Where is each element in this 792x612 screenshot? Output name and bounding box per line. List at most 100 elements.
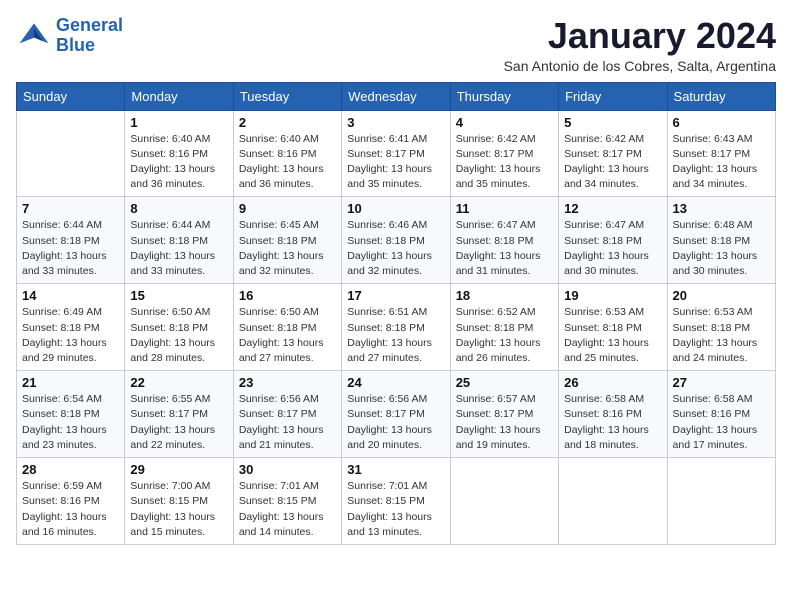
calendar-cell: 2 Sunrise: 6:40 AM Sunset: 8:16 PM Daylig…: [233, 110, 341, 197]
day-number: 4: [456, 115, 553, 130]
day-number: 9: [239, 201, 336, 216]
day-detail: Sunrise: 6:45 AM Sunset: 8:18 PM Dayligh…: [239, 218, 336, 279]
day-detail: Sunrise: 6:40 AM Sunset: 8:16 PM Dayligh…: [239, 132, 336, 193]
calendar-cell: 15Sunrise: 6:50 AM Sunset: 8:18 PM Dayli…: [125, 284, 233, 371]
calendar-cell: 5 Sunrise: 6:42 AM Sunset: 8:17 PM Daylig…: [559, 110, 667, 197]
calendar-cell: 30Sunrise: 7:01 AM Sunset: 8:15 PM Dayli…: [233, 458, 341, 545]
calendar-cell: 23 Sunrise: 6:56 AM Sunset: 8:17 PM Dayli…: [233, 371, 341, 458]
logo: General Blue: [16, 16, 123, 56]
week-row-3: 14Sunrise: 6:49 AM Sunset: 8:18 PM Dayli…: [17, 284, 776, 371]
day-number: 16: [239, 288, 336, 303]
day-detail: Sunrise: 7:00 AM Sunset: 8:15 PM Dayligh…: [130, 479, 227, 540]
day-detail: Sunrise: 6:44 AM Sunset: 8:18 PM Dayligh…: [22, 218, 119, 279]
day-detail: Sunrise: 6:49 AM Sunset: 8:18 PM Dayligh…: [22, 305, 119, 366]
day-number: 26: [564, 375, 661, 390]
calendar-cell: 12 Sunrise: 6:47 AM Sunset: 8:18 PM Dayli…: [559, 197, 667, 284]
day-number: 8: [130, 201, 227, 216]
calendar-cell: [667, 458, 775, 545]
day-number: 2: [239, 115, 336, 130]
calendar-cell: 9 Sunrise: 6:45 AM Sunset: 8:18 PM Daylig…: [233, 197, 341, 284]
calendar-body: 1 Sunrise: 6:40 AM Sunset: 8:16 PM Daylig…: [17, 110, 776, 544]
page-header: General Blue January 2024 San Antonio de…: [16, 16, 776, 74]
day-detail: Sunrise: 6:58 AM Sunset: 8:16 PM Dayligh…: [673, 392, 770, 453]
week-row-1: 1 Sunrise: 6:40 AM Sunset: 8:16 PM Daylig…: [17, 110, 776, 197]
calendar-cell: 22 Sunrise: 6:55 AM Sunset: 8:17 PM Dayli…: [125, 371, 233, 458]
day-number: 22: [130, 375, 227, 390]
day-detail: Sunrise: 6:58 AM Sunset: 8:16 PM Dayligh…: [564, 392, 661, 453]
day-detail: Sunrise: 6:57 AM Sunset: 8:17 PM Dayligh…: [456, 392, 553, 453]
day-number: 17: [347, 288, 444, 303]
day-detail: Sunrise: 6:46 AM Sunset: 8:18 PM Dayligh…: [347, 218, 444, 279]
day-detail: Sunrise: 6:53 AM Sunset: 8:18 PM Dayligh…: [673, 305, 770, 366]
day-number: 31: [347, 462, 444, 477]
week-row-5: 28 Sunrise: 6:59 AM Sunset: 8:16 PM Dayli…: [17, 458, 776, 545]
day-number: 23: [239, 375, 336, 390]
day-detail: Sunrise: 6:56 AM Sunset: 8:17 PM Dayligh…: [347, 392, 444, 453]
day-number: 20: [673, 288, 770, 303]
location-subtitle: San Antonio de los Cobres, Salta, Argent…: [504, 58, 776, 74]
day-detail: Sunrise: 6:59 AM Sunset: 8:16 PM Dayligh…: [22, 479, 119, 540]
day-number: 28: [22, 462, 119, 477]
day-detail: Sunrise: 6:43 AM Sunset: 8:17 PM Dayligh…: [673, 132, 770, 193]
day-detail: Sunrise: 6:54 AM Sunset: 8:18 PM Dayligh…: [22, 392, 119, 453]
weekday-header-monday: Monday: [125, 82, 233, 110]
day-detail: Sunrise: 7:01 AM Sunset: 8:15 PM Dayligh…: [239, 479, 336, 540]
day-number: 10: [347, 201, 444, 216]
week-row-2: 7 Sunrise: 6:44 AM Sunset: 8:18 PM Daylig…: [17, 197, 776, 284]
calendar-cell: 19 Sunrise: 6:53 AM Sunset: 8:18 PM Dayli…: [559, 284, 667, 371]
weekday-header-row: SundayMondayTuesdayWednesdayThursdayFrid…: [17, 82, 776, 110]
day-detail: Sunrise: 6:44 AM Sunset: 8:18 PM Dayligh…: [130, 218, 227, 279]
weekday-header-tuesday: Tuesday: [233, 82, 341, 110]
logo-text: General Blue: [56, 16, 123, 56]
day-number: 24: [347, 375, 444, 390]
calendar-cell: 28 Sunrise: 6:59 AM Sunset: 8:16 PM Dayli…: [17, 458, 125, 545]
day-number: 12: [564, 201, 661, 216]
weekday-header-wednesday: Wednesday: [342, 82, 450, 110]
calendar-cell: 11Sunrise: 6:47 AM Sunset: 8:18 PM Dayli…: [450, 197, 558, 284]
day-number: 18: [456, 288, 553, 303]
day-detail: Sunrise: 7:01 AM Sunset: 8:15 PM Dayligh…: [347, 479, 444, 540]
logo-icon: [16, 18, 52, 54]
calendar-cell: 17 Sunrise: 6:51 AM Sunset: 8:18 PM Dayli…: [342, 284, 450, 371]
calendar-cell: 21Sunrise: 6:54 AM Sunset: 8:18 PM Dayli…: [17, 371, 125, 458]
day-detail: Sunrise: 6:56 AM Sunset: 8:17 PM Dayligh…: [239, 392, 336, 453]
day-number: 3: [347, 115, 444, 130]
calendar-cell: 16 Sunrise: 6:50 AM Sunset: 8:18 PM Dayli…: [233, 284, 341, 371]
day-number: 25: [456, 375, 553, 390]
day-detail: Sunrise: 6:50 AM Sunset: 8:18 PM Dayligh…: [239, 305, 336, 366]
day-number: 6: [673, 115, 770, 130]
month-title: January 2024: [504, 16, 776, 56]
weekday-header-friday: Friday: [559, 82, 667, 110]
calendar-cell: 4Sunrise: 6:42 AM Sunset: 8:17 PM Daylig…: [450, 110, 558, 197]
day-number: 11: [456, 201, 553, 216]
calendar-cell: 7 Sunrise: 6:44 AM Sunset: 8:18 PM Daylig…: [17, 197, 125, 284]
day-detail: Sunrise: 6:42 AM Sunset: 8:17 PM Dayligh…: [564, 132, 661, 193]
week-row-4: 21Sunrise: 6:54 AM Sunset: 8:18 PM Dayli…: [17, 371, 776, 458]
weekday-header-thursday: Thursday: [450, 82, 558, 110]
day-number: 29: [130, 462, 227, 477]
calendar-cell: 29 Sunrise: 7:00 AM Sunset: 8:15 PM Dayli…: [125, 458, 233, 545]
calendar-cell: 27 Sunrise: 6:58 AM Sunset: 8:16 PM Dayli…: [667, 371, 775, 458]
calendar-cell: [559, 458, 667, 545]
calendar-cell: [450, 458, 558, 545]
calendar-cell: 10 Sunrise: 6:46 AM Sunset: 8:18 PM Dayli…: [342, 197, 450, 284]
day-detail: Sunrise: 6:48 AM Sunset: 8:18 PM Dayligh…: [673, 218, 770, 279]
day-number: 27: [673, 375, 770, 390]
calendar-cell: 18 Sunrise: 6:52 AM Sunset: 8:18 PM Dayli…: [450, 284, 558, 371]
calendar-cell: 20 Sunrise: 6:53 AM Sunset: 8:18 PM Dayli…: [667, 284, 775, 371]
calendar-cell: [17, 110, 125, 197]
day-number: 1: [130, 115, 227, 130]
day-detail: Sunrise: 6:53 AM Sunset: 8:18 PM Dayligh…: [564, 305, 661, 366]
weekday-header-saturday: Saturday: [667, 82, 775, 110]
calendar-cell: 8 Sunrise: 6:44 AM Sunset: 8:18 PM Daylig…: [125, 197, 233, 284]
calendar-cell: 1Sunrise: 6:40 AM Sunset: 8:16 PM Daylig…: [125, 110, 233, 197]
calendar-cell: 24 Sunrise: 6:56 AM Sunset: 8:17 PM Dayli…: [342, 371, 450, 458]
day-number: 5: [564, 115, 661, 130]
day-number: 7: [22, 201, 119, 216]
calendar-cell: 3Sunrise: 6:41 AM Sunset: 8:17 PM Daylig…: [342, 110, 450, 197]
day-number: 19: [564, 288, 661, 303]
day-detail: Sunrise: 6:47 AM Sunset: 8:18 PM Dayligh…: [564, 218, 661, 279]
day-detail: Sunrise: 6:51 AM Sunset: 8:18 PM Dayligh…: [347, 305, 444, 366]
day-detail: Sunrise: 6:55 AM Sunset: 8:17 PM Dayligh…: [130, 392, 227, 453]
day-detail: Sunrise: 6:52 AM Sunset: 8:18 PM Dayligh…: [456, 305, 553, 366]
